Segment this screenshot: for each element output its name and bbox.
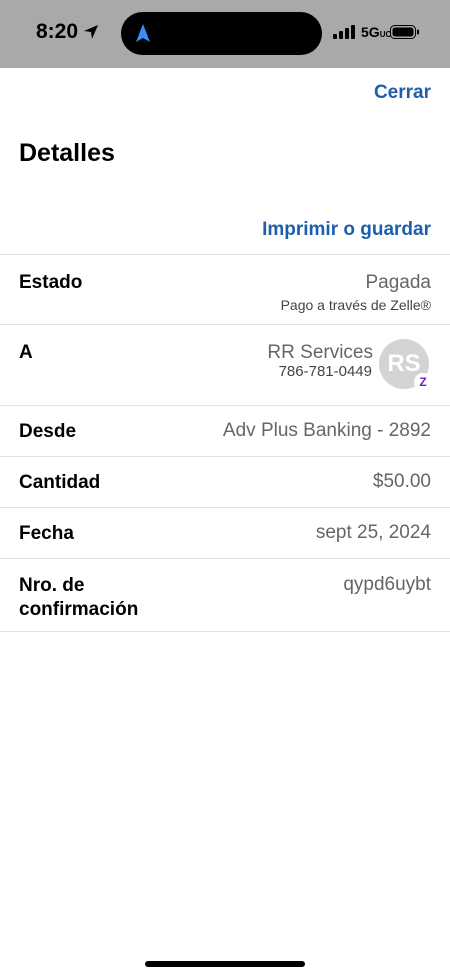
- detail-row-desde: Desde Adv Plus Banking - 2892: [0, 405, 450, 457]
- estado-value: Pagada: [365, 272, 431, 293]
- cantidad-label: Cantidad: [19, 472, 101, 493]
- estado-label: Estado: [19, 272, 83, 293]
- fecha-value: sept 25, 2024: [315, 522, 431, 543]
- detail-row-confirmacion: Nro. de confirmación qypd6uybt: [0, 558, 450, 632]
- detail-row-recipient: A RR Services 786-781-0449 RS Z: [0, 324, 450, 406]
- estado-sub: Pago a través de Zelle®: [280, 297, 431, 313]
- network-label: 5G: [361, 24, 380, 40]
- dynamic-island: [121, 12, 322, 55]
- desde-label: Desde: [19, 421, 77, 442]
- home-indicator[interactable]: [145, 961, 305, 967]
- fecha-label: Fecha: [19, 523, 74, 544]
- network-type: 5GUC: [361, 24, 391, 40]
- detail-row-cantidad: Cantidad $50.00: [0, 456, 450, 508]
- recipient-label: A: [19, 342, 33, 363]
- confirmacion-label: Nro. de confirmación: [19, 574, 138, 622]
- detail-row-estado: Estado Pagada Pago a través de Zelle®: [0, 254, 450, 325]
- close-button[interactable]: Cerrar: [374, 82, 431, 104]
- confirmacion-value: qypd6uybt: [343, 574, 431, 595]
- battery-icon: [390, 25, 420, 44]
- status-bar: 8:20 5GUC: [0, 0, 450, 68]
- print-or-save-link[interactable]: Imprimir o guardar: [262, 219, 431, 241]
- recipient-name: RR Services: [267, 342, 373, 363]
- cantidad-value: $50.00: [372, 471, 431, 492]
- zelle-badge-icon: Z: [414, 373, 432, 391]
- detail-row-fecha: Fecha sept 25, 2024: [0, 507, 450, 559]
- desde-value: Adv Plus Banking - 2892: [222, 420, 431, 441]
- list-bottom-divider: [0, 631, 450, 632]
- screen: 8:20 5GUC Cerrar Detalles Imprimir o gua…: [0, 0, 450, 976]
- page-title: Detalles: [19, 139, 115, 167]
- cellular-signal-icon: [333, 25, 355, 44]
- confirmacion-label-line2: confirmación: [19, 599, 139, 620]
- status-time: 8:20: [36, 20, 79, 43]
- recipient-phone: 786-781-0449: [278, 363, 372, 380]
- navigation-arrow-icon: [135, 23, 151, 48]
- confirmacion-label-line1: Nro. de: [19, 575, 85, 596]
- location-arrow-icon: [83, 24, 99, 45]
- details-sheet: Cerrar Detalles Imprimir o guardar Estad…: [0, 68, 450, 976]
